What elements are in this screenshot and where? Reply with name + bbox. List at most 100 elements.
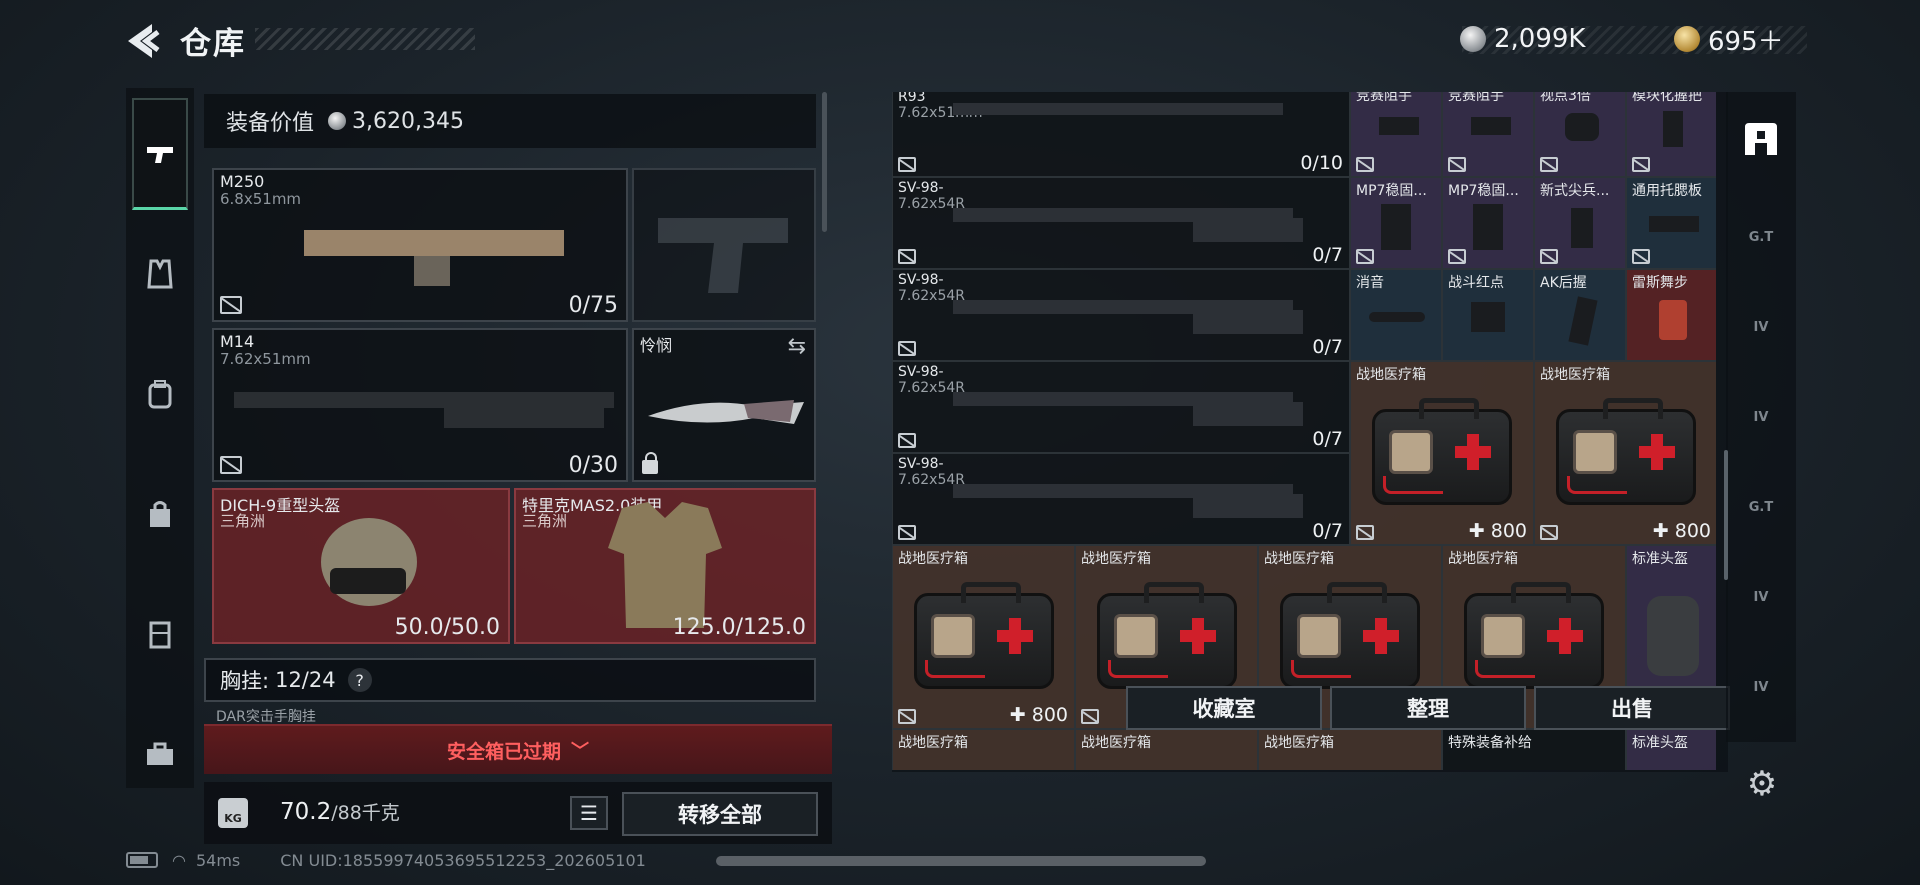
armor-slot[interactable]: 特里克MAS2.0装甲 三角洲 125.0/125.0 bbox=[514, 488, 816, 644]
silver-currency[interactable]: 2,099K bbox=[1460, 22, 1585, 56]
inventory-attachment[interactable]: 通用托腮板 bbox=[1626, 177, 1716, 269]
top-bar: 仓库 2,099K 695＋ bbox=[0, 0, 1920, 80]
favorite-off-icon bbox=[1632, 249, 1650, 264]
lmg-image bbox=[304, 230, 564, 256]
inventory-rifle[interactable]: SV-98- 7.62x54R 0/7 bbox=[892, 177, 1350, 269]
safebox-expired-banner[interactable]: 安全箱已过期 ﹀ bbox=[204, 724, 832, 774]
help-button[interactable]: ? bbox=[347, 668, 372, 692]
medkit-image bbox=[1096, 581, 1237, 689]
item-name: SV-98- bbox=[898, 456, 944, 472]
inventory-attachment[interactable]: 新式尖兵... bbox=[1534, 177, 1626, 269]
inventory-medkit[interactable]: 战地医疗箱 bbox=[1258, 729, 1442, 770]
gear-icon[interactable]: ⚙ bbox=[1742, 764, 1782, 804]
back-button[interactable] bbox=[122, 18, 168, 64]
category-tab[interactable]: G.T bbox=[1732, 472, 1790, 542]
melee-slot[interactable]: 怜悯 ⇆ bbox=[632, 328, 816, 482]
primary-weapon-slot[interactable]: M250 6.8x51mm 0/75 bbox=[212, 168, 628, 322]
inventory-scrollbar[interactable] bbox=[1724, 450, 1728, 580]
secondary-weapon-slot[interactable]: M14 7.62x51mm 0/30 bbox=[212, 328, 628, 482]
melee-name: 怜悯 bbox=[640, 336, 673, 355]
sniper-rifle-image bbox=[953, 103, 1283, 115]
item-name: 通用托腮板 bbox=[1632, 183, 1702, 199]
category-tab[interactable]: IV bbox=[1732, 652, 1790, 722]
armor-origin: 三角洲 bbox=[522, 512, 568, 530]
helmet-durability: 50.0/50.0 bbox=[394, 615, 500, 640]
swap-icon[interactable]: ⇆ bbox=[788, 334, 806, 359]
favorite-off-icon bbox=[1540, 525, 1558, 540]
favorite-off-icon bbox=[1540, 249, 1558, 264]
medkit-image bbox=[1280, 581, 1420, 689]
inventory-attachment[interactable]: 竞赛阻手 bbox=[1442, 92, 1534, 177]
item-name: 标准头盔 bbox=[1632, 735, 1688, 751]
item-name: 战地医疗箱 bbox=[1081, 551, 1151, 567]
item-name: 新式尖兵... bbox=[1540, 183, 1610, 199]
inventory-attachment[interactable]: MP7稳固... bbox=[1350, 177, 1442, 269]
wifi-icon: ◠ bbox=[172, 850, 186, 870]
inventory-medkit[interactable]: 战地医疗箱 ✚ 800 bbox=[892, 545, 1075, 729]
equipment-scrollbar[interactable] bbox=[822, 92, 827, 232]
armor-durability: 125.0/125.0 bbox=[672, 615, 806, 640]
item-name: MP7稳固... bbox=[1356, 183, 1427, 199]
inventory-medkit[interactable]: 战地医疗箱 ✚ 800 bbox=[1534, 361, 1716, 545]
favorite-off-icon bbox=[898, 525, 916, 540]
nav-armor[interactable] bbox=[134, 248, 186, 300]
nav-weapons[interactable] bbox=[132, 98, 188, 210]
nav-bag[interactable] bbox=[134, 488, 186, 540]
attachment-image bbox=[1379, 117, 1419, 135]
inventory-attachment[interactable]: 消音 bbox=[1350, 269, 1442, 361]
list-view-button[interactable]: ☰ bbox=[570, 796, 608, 830]
item-value: ✚ 800 bbox=[1009, 704, 1068, 726]
inventory-attachment[interactable]: MP7稳固... bbox=[1442, 177, 1534, 269]
item-name: R93 bbox=[898, 92, 926, 105]
weight-bar: KG 70.2/88千克 ☰ 转移全部 bbox=[204, 782, 832, 844]
pistol-silhouette-icon bbox=[658, 218, 788, 293]
pistol-slot-empty[interactable] bbox=[632, 168, 816, 322]
nav-backpack[interactable] bbox=[134, 368, 186, 420]
inventory-attachment[interactable]: AK后握 bbox=[1534, 269, 1626, 361]
category-tab[interactable]: IV bbox=[1732, 562, 1790, 632]
lock-icon bbox=[642, 452, 658, 474]
inventory-medkit[interactable]: 战地医疗箱 bbox=[892, 729, 1075, 770]
item-name: 战地医疗箱 bbox=[1081, 735, 1151, 751]
home-indicator[interactable] bbox=[716, 856, 1206, 866]
inventory-attachment[interactable]: 视点3倍 bbox=[1534, 92, 1626, 177]
collection-room-button[interactable]: 收藏室 bbox=[1126, 686, 1322, 730]
inventory-rifle[interactable]: SV-98- 7.62x54R 0/7 bbox=[892, 361, 1350, 453]
category-tab[interactable]: IV bbox=[1732, 382, 1790, 452]
inventory-rifle[interactable]: R93 7.62x51mm 0/10 bbox=[892, 92, 1350, 177]
inventory-attachment[interactable]: 模块化握把 bbox=[1626, 92, 1716, 177]
sell-button[interactable]: 出售 bbox=[1534, 686, 1730, 730]
inventory-supply[interactable]: 特殊装备补给 bbox=[1442, 729, 1626, 770]
inventory-rifle[interactable]: SV-98- 7.62x54R 0/7 bbox=[892, 269, 1350, 361]
item-name: MP7稳固... bbox=[1448, 183, 1519, 199]
medkit-image bbox=[1372, 397, 1512, 505]
transfer-all-button[interactable]: 转移全部 bbox=[622, 792, 818, 836]
attachment-image bbox=[1381, 204, 1411, 250]
nav-container[interactable] bbox=[134, 608, 186, 660]
category-tab[interactable]: G.T bbox=[1732, 202, 1790, 272]
knife-image bbox=[648, 400, 804, 424]
inventory-medkit[interactable]: 战地医疗箱 bbox=[1075, 729, 1258, 770]
inventory-attachment[interactable]: 竞赛阻手 bbox=[1350, 92, 1442, 177]
nav-toolbox[interactable] bbox=[134, 728, 186, 780]
inventory-attachment[interactable]: 战斗红点 bbox=[1442, 269, 1534, 361]
item-ammo: 0/10 bbox=[1300, 152, 1343, 174]
helmet-slot[interactable]: DICH-9重型头盔 三角洲 50.0/50.0 bbox=[212, 488, 510, 644]
inventory-consumable[interactable]: 雷斯舞步 bbox=[1626, 269, 1716, 361]
item-name: SV-98- bbox=[898, 364, 944, 380]
inventory-helmet[interactable]: 标准头盔 bbox=[1626, 729, 1716, 770]
left-category-nav bbox=[126, 88, 194, 788]
category-all[interactable] bbox=[1732, 104, 1790, 174]
inventory-rifle[interactable]: SV-98- 7.62x54R 0/7 bbox=[892, 453, 1350, 545]
inventory-medkit[interactable]: 战地医疗箱 ✚ 800 bbox=[1350, 361, 1534, 545]
item-name: 视点3倍 bbox=[1540, 92, 1591, 104]
category-tab[interactable]: IV bbox=[1732, 292, 1790, 362]
sort-button[interactable]: 整理 bbox=[1330, 686, 1526, 730]
vest-icon bbox=[147, 259, 173, 289]
red-dot-image bbox=[1471, 302, 1505, 332]
item-name: 战斗红点 bbox=[1448, 275, 1504, 291]
suppressor-image bbox=[1369, 312, 1425, 322]
category-iv-icon: IV bbox=[1753, 589, 1769, 605]
gold-currency[interactable]: 695＋ bbox=[1674, 22, 1784, 57]
chest-item-label[interactable]: DAR突击手胸挂 bbox=[216, 706, 316, 726]
